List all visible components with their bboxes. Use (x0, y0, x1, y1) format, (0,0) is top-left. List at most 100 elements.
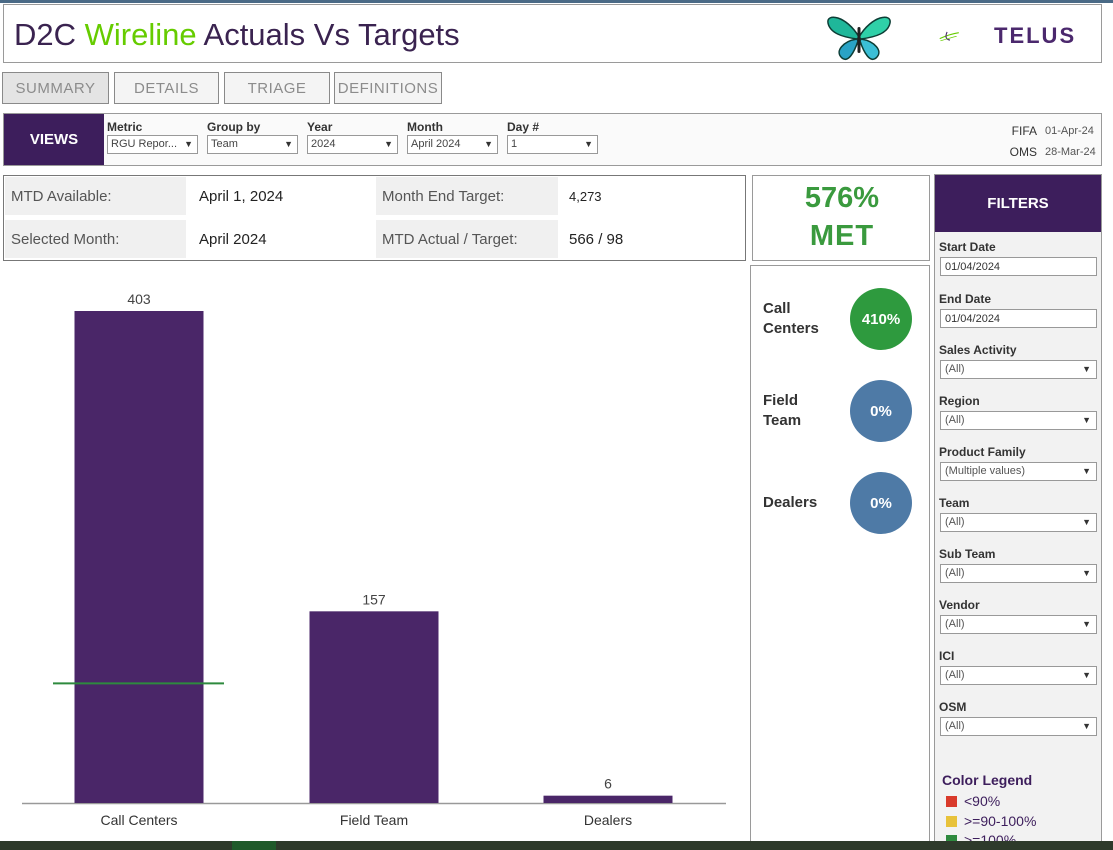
chevron-down-icon: ▼ (1082, 670, 1091, 680)
kpi-percent-badge: 410% (850, 288, 912, 350)
mtd-actual-target-value: 566 / 98 (569, 230, 624, 248)
kpi-name: Call Centers (763, 300, 819, 337)
chevron-down-icon: ▼ (1082, 415, 1091, 425)
team-select[interactable]: (All) ▼ (940, 513, 1097, 532)
sales-activity-select[interactable]: (All) ▼ (940, 360, 1097, 379)
mtd-actual-target-label: MTD Actual / Target: (376, 220, 558, 258)
filters-title: FILTERS (935, 175, 1101, 232)
param-year-label: Year (307, 120, 333, 134)
team-bar-chart: 403 Call Centers 157 Field Team 6 Dealers (3, 263, 748, 843)
bar-value-label: 403 (127, 291, 151, 307)
sub-team-select[interactable]: (All) ▼ (940, 564, 1097, 583)
chevron-down-icon: ▼ (484, 139, 493, 149)
category-tick-label: Field Team (340, 812, 408, 828)
dashboard: D2C Wireline Actuals Vs Targets TELUS SU… (0, 0, 1113, 850)
tab-triage[interactable]: TRIAGE (224, 72, 330, 104)
vendor-label: Vendor (939, 598, 980, 612)
month-end-target-value: 4,273 (569, 188, 602, 204)
legend-swatch (946, 795, 957, 807)
month-select[interactable]: April 2024 ▼ (407, 135, 498, 154)
param-month-label: Month (407, 120, 443, 134)
start-date-label: Start Date (939, 240, 996, 254)
bottom-border (0, 841, 1113, 850)
region-select[interactable]: (All) ▼ (940, 411, 1097, 430)
telus-logo-icon (939, 31, 959, 42)
chevron-down-icon: ▼ (184, 139, 193, 149)
param-day: Day # 1 ▼ (507, 120, 598, 154)
ici-label: ICI (939, 649, 955, 663)
param-year: Year 2024 ▼ (307, 120, 398, 154)
legend-swatch (946, 815, 957, 827)
fifa-date: FIFA 01-Apr-24 (1011, 123, 1094, 138)
bar-dealers[interactable] (543, 795, 673, 803)
chevron-down-icon: ▼ (1082, 364, 1091, 374)
views-toolbar: VIEWS Metric RGU Repor... ▼ Group by Team… (3, 113, 1102, 166)
summary-info-panel: MTD Available: April 1, 2024 Month End T… (3, 175, 746, 261)
oms-date: OMS 28-Mar-24 (1009, 144, 1096, 159)
top-border (0, 0, 1113, 3)
param-day-label: Day # (507, 120, 540, 134)
butterfly-logo-icon (827, 16, 891, 60)
tab-definitions[interactable]: DEFINITIONS (334, 72, 442, 104)
category-tick-label: Dealers (584, 812, 632, 828)
team-label: Team (939, 496, 970, 510)
bar-chart-svg: 403 Call Centers 157 Field Team 6 Dealers (22, 291, 726, 828)
osm-select[interactable]: (All) ▼ (940, 717, 1097, 736)
kpi-percent-badge: 0% (850, 380, 912, 442)
kpi-name: Field Team (763, 392, 802, 429)
ici-select[interactable]: (All) ▼ (940, 666, 1097, 685)
chevron-down-icon: ▼ (1082, 619, 1091, 629)
met-label: MET (809, 220, 875, 252)
kpi-call-centers: Call Centers 410% (751, 288, 929, 350)
selected-month-value: April 2024 (199, 230, 267, 248)
chevron-down-icon: ▼ (1082, 721, 1091, 731)
param-month: Month April 2024 ▼ (407, 120, 498, 154)
mtd-available-label: MTD Available: (5, 177, 186, 215)
sales-activity-label: Sales Activity (939, 343, 1017, 357)
met-summary: 576% MET (752, 175, 930, 261)
group-by-select[interactable]: Team ▼ (207, 135, 298, 154)
param-group-by: Group by Team ▼ (207, 120, 298, 154)
day-select[interactable]: 1 ▼ (507, 135, 598, 154)
bar-value-label: 6 (604, 776, 612, 792)
bottom-border-accent (232, 841, 276, 850)
end-date-input[interactable]: 01/04/2024 (940, 309, 1097, 328)
start-date-input[interactable]: 01/04/2024 (940, 257, 1097, 276)
telus-brand-text: TELUS (994, 23, 1077, 48)
chevron-down-icon: ▼ (284, 139, 293, 149)
param-group-by-label: Group by (207, 120, 261, 134)
year-select[interactable]: 2024 ▼ (307, 135, 398, 154)
selected-month-label: Selected Month: (5, 220, 186, 258)
tab-summary[interactable]: SUMMARY (2, 72, 109, 104)
chevron-down-icon: ▼ (1082, 568, 1091, 578)
vendor-select[interactable]: (All) ▼ (940, 615, 1097, 634)
team-kpi-panel: Call Centers 410% Field Team 0% Dealers … (750, 265, 930, 845)
metric-select[interactable]: RGU Repor... ▼ (107, 135, 198, 154)
chevron-down-icon: ▼ (384, 139, 393, 149)
bar-field-team[interactable] (309, 611, 439, 803)
kpi-percent-badge: 0% (850, 472, 912, 534)
kpi-name: Dealers (763, 494, 818, 511)
param-metric: Metric RGU Repor... ▼ (107, 120, 198, 154)
product-family-select[interactable]: (Multiple values) ▼ (940, 462, 1097, 481)
chevron-down-icon: ▼ (1082, 517, 1091, 527)
met-percent: 576% (804, 182, 880, 214)
region-label: Region (939, 394, 980, 408)
chevron-down-icon: ▼ (584, 139, 593, 149)
month-end-target-label: Month End Target: (376, 177, 558, 215)
osm-label: OSM (939, 700, 967, 714)
page-title: D2C Wireline Actuals Vs Targets (14, 17, 460, 52)
mtd-available-value: April 1, 2024 (199, 187, 284, 205)
bar-call-centers[interactable] (74, 311, 204, 803)
filters-panel: FILTERS Start Date 01/04/2024 End Date 0… (934, 174, 1102, 848)
chevron-down-icon: ▼ (1082, 466, 1091, 476)
views-button[interactable]: VIEWS (4, 114, 104, 165)
end-date-label: End Date (939, 292, 992, 306)
data-refresh-dates: FIFA 01-Apr-24 OMS 28-Mar-24 (1010, 120, 1097, 162)
kpi-dealers: Dealers 0% (751, 472, 929, 534)
legend-item-yellow: >=90-100% (946, 813, 1036, 829)
color-legend-title: Color Legend (942, 772, 1033, 788)
tab-details[interactable]: DETAILS (114, 72, 219, 104)
legend-item-red: <90% (946, 793, 1000, 809)
kpi-field-team: Field Team 0% (751, 380, 929, 442)
